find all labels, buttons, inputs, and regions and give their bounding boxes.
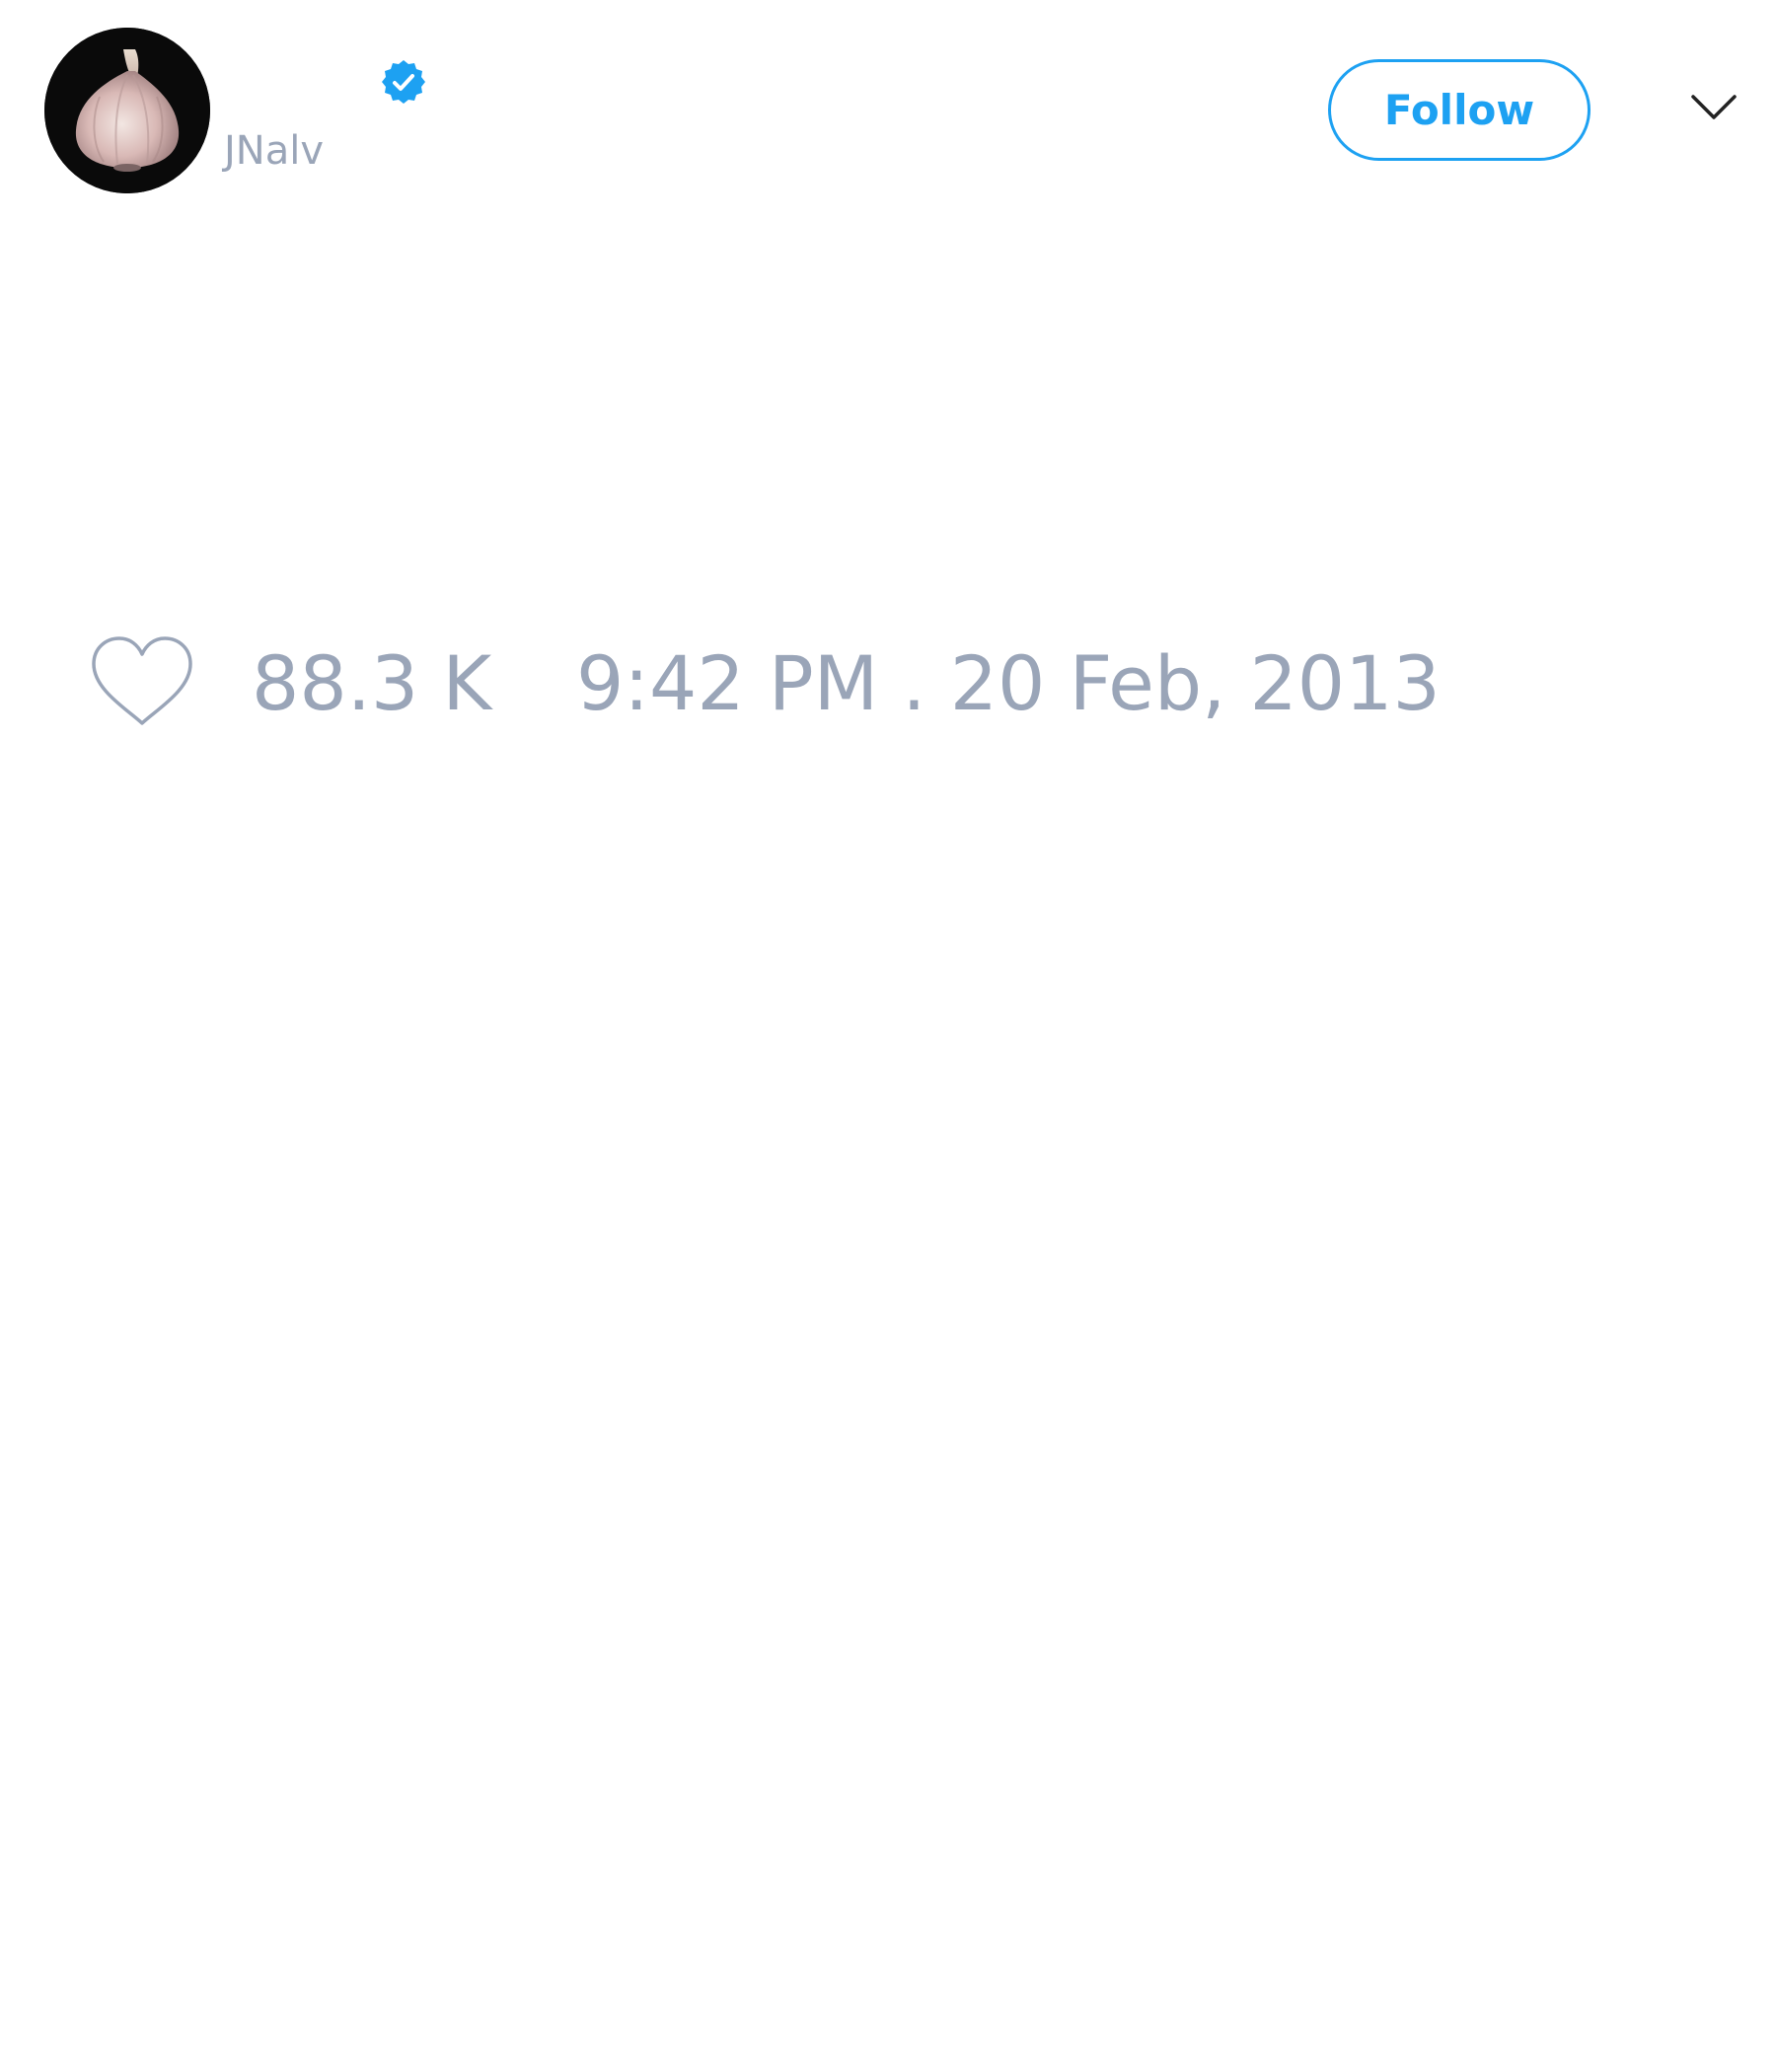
heart-icon[interactable] xyxy=(88,634,196,729)
tweet-footer: 88.3 K 9:42 PM . 20 Feb, 2013 xyxy=(0,612,1776,750)
avatar[interactable] xyxy=(44,28,210,193)
like-count[interactable]: 88.3 K xyxy=(252,639,491,728)
tweet-header: JNalv Follow xyxy=(0,0,1776,217)
follow-button[interactable]: Follow xyxy=(1328,59,1591,161)
verified-badge-icon xyxy=(382,60,425,104)
tweet-timestamp[interactable]: 9:42 PM . 20 Feb, 2013 xyxy=(576,639,1441,728)
chevron-down-icon[interactable] xyxy=(1690,93,1738,122)
author-handle[interactable]: JNalv xyxy=(224,126,324,176)
garlic-icon xyxy=(44,28,210,193)
